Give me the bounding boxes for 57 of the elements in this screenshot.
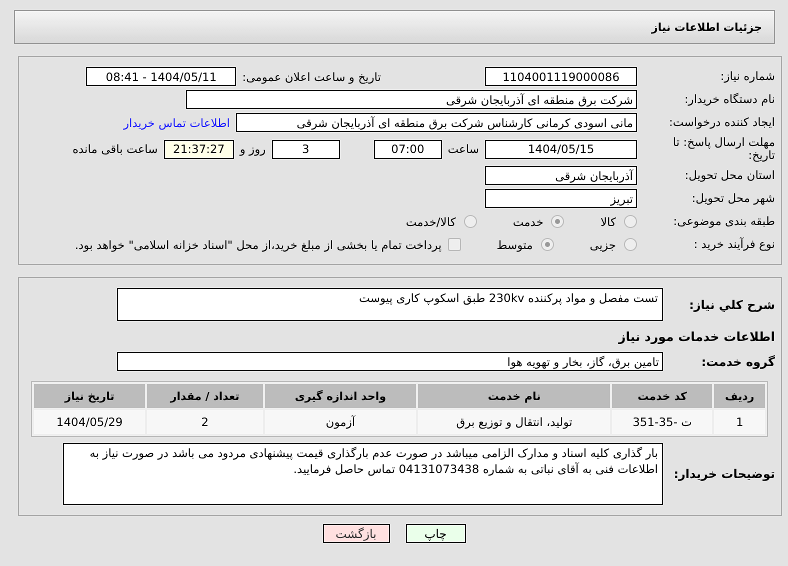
province-field[interactable]: آذربایجان شرقی xyxy=(485,166,637,186)
option-label: متوسط xyxy=(496,238,533,252)
field-label: روز و xyxy=(240,142,266,156)
table-cell: 1 xyxy=(714,410,765,434)
field-label: نوع فرآیند خرید : xyxy=(692,238,776,252)
buyer-field[interactable]: شرکت برق منطقه ای آذربایجان شرقی xyxy=(186,90,637,109)
field-label: ساعت xyxy=(448,142,479,156)
radio-button[interactable] xyxy=(624,215,637,228)
deadline-date-field[interactable]: 1404/05/15 xyxy=(485,140,637,159)
notes-field[interactable]: بار گذاری کلیه اسناد و مدارک الزامی میباشد در صورت عدم بارگذاری قیمت پیشنهادی مردود می باشد در صورت نیاز به اطلاعات فنی به آقای نباتی به شماره 04131073438 تماس حاصل فرمایید. xyxy=(63,443,663,506)
field-label: طبقه بندی موضوعی: xyxy=(672,215,776,229)
table-cell: 2 xyxy=(147,410,263,434)
column-header: نام خدمت xyxy=(418,384,610,408)
table-cell: تولید، انتقال و توزیع برق xyxy=(418,410,610,434)
back-button[interactable]: بازگشت xyxy=(322,524,390,544)
column-header: واحد اندازه گیری xyxy=(264,384,416,408)
radio-button[interactable] xyxy=(464,215,477,228)
field-label: ساعت باقی مانده xyxy=(72,142,158,156)
radio-button[interactable] xyxy=(540,238,554,252)
table-cell: 1404/05/29 xyxy=(34,410,146,434)
announce-date-field[interactable]: 1404/05/11 - 08:41 xyxy=(86,67,236,86)
column-header: تعداد / مقدار xyxy=(147,384,263,408)
field-label: شماره نیاز: xyxy=(719,70,776,84)
table-cell: آزمون xyxy=(264,410,416,434)
field-label: توضیحات خریدار: xyxy=(672,467,776,482)
table-cell: ت -35-351 xyxy=(612,410,712,434)
column-header: ردیف xyxy=(714,384,765,408)
checkbox[interactable] xyxy=(448,238,461,252)
section-heading: اطلاعات خدمات مورد نیاز xyxy=(617,329,776,344)
radio-button[interactable] xyxy=(624,238,637,252)
field-label: نام دستگاه خریدار: xyxy=(683,92,776,106)
field-label: شهر محل تحویل: xyxy=(690,192,776,206)
service-group-field[interactable]: تامین برق، گاز، بخار و تهویه هوا xyxy=(117,352,663,372)
page-title: جزئیات اطلاعات نیاز xyxy=(652,20,762,34)
summary-field[interactable]: تست مفصل و مواد پرکننده 230kv طبق اسکوپ کاری پیوست xyxy=(117,288,663,322)
contact-link[interactable]: اطلاعات تماس خریدار xyxy=(123,116,230,130)
payment-note: پرداخت تمام یا بخشی از مبلغ خرید،از محل "اسناد خزانه اسلامی" خواهد بود. xyxy=(74,238,442,252)
field-label: مهلت ارسال پاسخ: تا تاریخ: xyxy=(672,136,776,162)
option-label: جزیی xyxy=(590,238,616,252)
remaining-time-field[interactable]: 21:37:27 xyxy=(164,140,234,159)
column-header: کد خدمت xyxy=(612,384,712,408)
radio-button[interactable] xyxy=(551,215,564,228)
city-field[interactable]: تبریز xyxy=(485,189,637,208)
field-label: استان محل تحویل: xyxy=(684,169,776,183)
field-label: شرح کلي نياز: xyxy=(688,298,776,312)
option-label: کالا/خدمت xyxy=(406,214,456,229)
print-button[interactable]: چاپ xyxy=(406,524,466,544)
field-label: گروه خدمت: xyxy=(700,354,776,369)
creator-field[interactable]: مانی اسودی کرمانی کارشناس شرکت برق منطقه ای آذربایجان شرقی xyxy=(236,113,637,132)
field-label: ایجاد کننده درخواست: xyxy=(668,116,776,130)
column-header: تاریخ نیاز xyxy=(34,384,146,408)
need-number-field[interactable]: 1104001119000086 xyxy=(485,67,637,86)
days-field[interactable]: 3 xyxy=(272,140,340,159)
deadline-time-field[interactable]: 07:00 xyxy=(374,140,442,159)
option-label: خدمت xyxy=(512,214,544,229)
field-label: تاریخ و ساعت اعلان عمومی: xyxy=(242,70,381,84)
option-label: کالا xyxy=(600,214,616,229)
